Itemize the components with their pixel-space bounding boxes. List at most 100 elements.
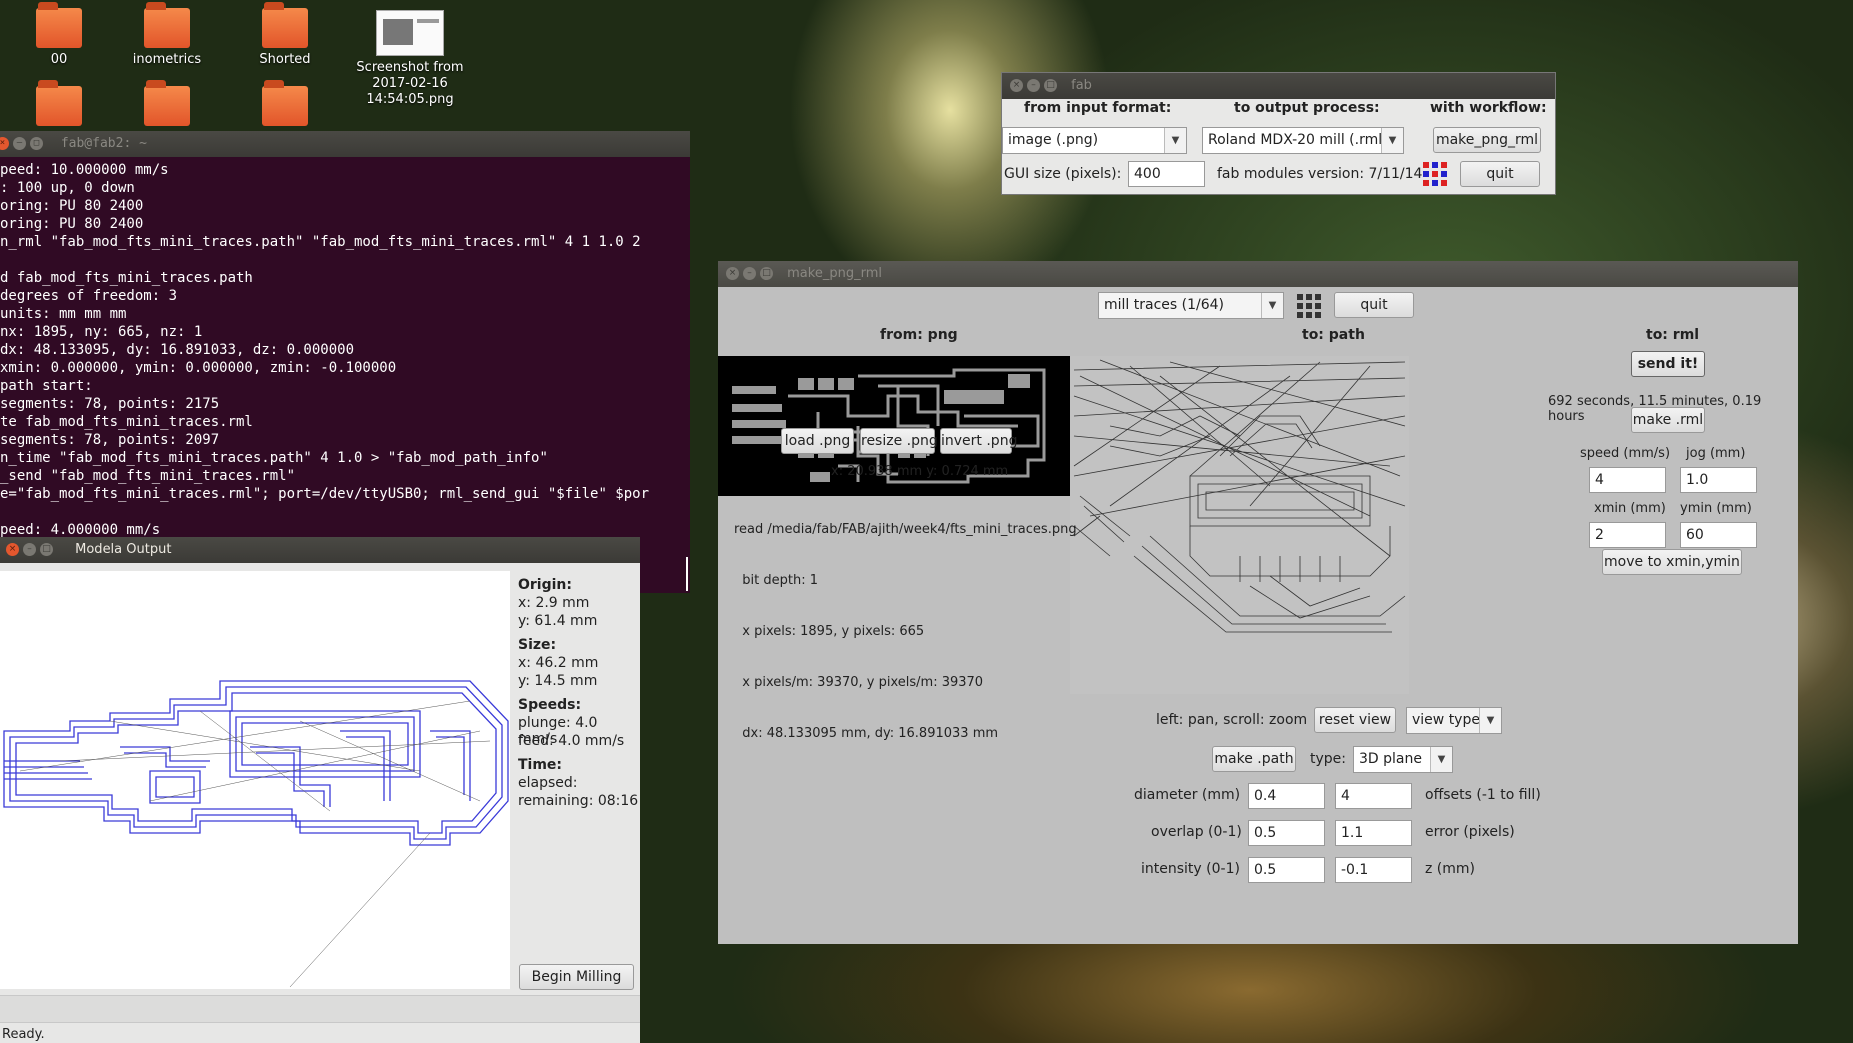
gui-size-label: GUI size (pixels):	[1004, 166, 1122, 182]
minimize-icon[interactable]: –	[743, 267, 756, 280]
terminal-line: degrees of freedom: 3	[0, 288, 178, 304]
progress-bar	[0, 995, 640, 1023]
jog-input[interactable]: 1.0	[1680, 467, 1757, 493]
minimize-icon[interactable]: –	[23, 543, 36, 556]
make-rml-button[interactable]: make .rml	[1631, 407, 1705, 433]
gui-size-input[interactable]: 400	[1128, 161, 1205, 187]
speed-input[interactable]: 4	[1589, 467, 1666, 493]
feed-speed: feed: 4.0 mm/s	[518, 733, 625, 749]
z-input[interactable]: -0.1	[1335, 857, 1412, 883]
input-format-select[interactable]: image (.png) ▼	[1002, 127, 1187, 154]
version-label: fab modules version: 7/11/14	[1217, 166, 1423, 182]
terminal-output[interactable]: peed: 10.000000 mm/s: 100 up, 0 down orin…	[0, 161, 690, 539]
terminal-line: n_rml "fab_mod_fts_mini_traces.path" "fa…	[0, 234, 641, 250]
terminal-line: d fab_mod_fts_mini_traces.path	[0, 270, 253, 286]
make-path-button[interactable]: make .path	[1212, 746, 1296, 772]
maximize-icon[interactable]: □	[760, 267, 773, 280]
pan-zoom-hint: left: pan, scroll: zoom	[1156, 712, 1308, 728]
desktop-icon-label: Screenshot from 2017-02-16 14:54:05.png	[356, 60, 464, 107]
desktop-folder-shorted[interactable]: Shorted	[230, 2, 340, 67]
desktop-icon-label: Shorted	[259, 52, 311, 67]
close-icon[interactable]: ×	[1010, 79, 1023, 92]
mill-mode-select[interactable]: mill traces (1/64) ▼	[1098, 292, 1284, 319]
desktop-folder-00[interactable]: 00	[4, 2, 114, 67]
desktop-folder-row2b[interactable]	[112, 80, 222, 130]
maximize-icon[interactable]: □	[1044, 79, 1057, 92]
minimize-icon[interactable]: –	[13, 137, 26, 150]
xmin-input[interactable]: 2	[1589, 522, 1666, 548]
invert-png-button[interactable]: invert .png	[940, 428, 1017, 454]
desktop-folder-inometrics[interactable]: inometrics	[112, 2, 222, 67]
terminal-line: peed: 10.000000 mm/s	[0, 162, 169, 178]
terminal-line: dx: 48.133095, dy: 16.891033, dz: 0.0000…	[0, 342, 355, 358]
fab-logo-icon	[1422, 161, 1448, 187]
chevron-down-icon: ▼	[1479, 708, 1501, 733]
toolpath-canvas[interactable]	[0, 571, 510, 989]
path-type-select[interactable]: 3D plane ▼	[1353, 746, 1453, 773]
chevron-down-icon: ▼	[1381, 128, 1403, 153]
terminal-line: xmin: 0.000000, ymin: 0.000000, zmin: -0…	[0, 360, 397, 376]
folder-icon	[144, 2, 190, 48]
fab-titlebar[interactable]: × – □ fab	[1002, 73, 1555, 99]
folder-icon	[36, 80, 82, 126]
ymin-input[interactable]: 60	[1680, 522, 1757, 548]
error-input[interactable]: 1.1	[1335, 820, 1412, 846]
minimize-icon[interactable]: –	[1027, 79, 1040, 92]
desktop-file-screenshot[interactable]: Screenshot from 2017-02-16 14:54:05.png	[340, 10, 480, 108]
time-label: Time:	[518, 757, 563, 773]
modela-output-window[interactable]: × – □ Modela Output Origin: x: 2.9 mm y: 6…	[0, 537, 640, 1043]
maximize-icon[interactable]: □	[40, 543, 53, 556]
send-it-button[interactable]: send it!	[1631, 351, 1705, 377]
terminal-line: _send "fab_mod_fts_mini_traces.rml"	[0, 468, 296, 484]
output-process-header: to output process:	[1234, 100, 1380, 116]
terminal-line: e="fab_mod_fts_mini_traces.rml"; port=/d…	[0, 486, 650, 502]
close-icon[interactable]: ×	[6, 543, 19, 556]
file-info-line: x pixels/m: 39370, y pixels/m: 39370	[734, 675, 984, 690]
close-icon[interactable]: ×	[0, 137, 9, 150]
to-path-label: to: path	[1302, 327, 1365, 343]
load-png-button[interactable]: load .png	[781, 428, 854, 454]
view-type-select[interactable]: view type ▼	[1406, 707, 1502, 734]
window-title: fab	[1071, 78, 1092, 93]
modela-titlebar[interactable]: × – □ Modela Output	[0, 537, 640, 563]
terminal-titlebar[interactable]: × – □ fab@fab2: ~	[0, 131, 690, 157]
size-x: x: 46.2 mm	[518, 655, 599, 671]
path-type-value: 3D plane	[1359, 751, 1422, 767]
resize-png-button[interactable]: resize .png	[860, 428, 938, 454]
desktop-folder-row2a[interactable]	[4, 80, 114, 130]
desktop-folder-row2c[interactable]	[230, 80, 340, 130]
begin-milling-button[interactable]: Begin Milling	[519, 964, 634, 990]
make-png-rml-quit-button[interactable]: quit	[1334, 292, 1414, 318]
output-process-select[interactable]: Roland MDX-20 mill (.rml) ▼	[1202, 127, 1404, 154]
maximize-icon[interactable]: □	[30, 137, 43, 150]
terminal-line: segments: 78, points: 2097	[0, 432, 220, 448]
fab-window[interactable]: × – □ fab from input format: to output pro…	[1001, 72, 1556, 195]
terminal-line: units: mm mm mm	[0, 306, 127, 322]
file-info-line: dx: 48.133095 mm, dy: 16.891033 mm	[734, 726, 999, 741]
terminal-line: oring: PU 80 2400	[0, 198, 144, 214]
offsets-input[interactable]: 4	[1335, 783, 1412, 809]
cursor-position-readout: x: 20.938 mm y: 0.724 mm	[831, 464, 1009, 479]
desktop-icon-label: 00	[50, 52, 68, 67]
chevron-down-icon: ▼	[1261, 293, 1283, 318]
overlap-input[interactable]: 0.5	[1248, 820, 1325, 846]
intensity-input[interactable]: 0.5	[1248, 857, 1325, 883]
move-to-xmin-ymin-button[interactable]: move to xmin,ymin	[1602, 549, 1742, 575]
reset-view-button[interactable]: reset view	[1314, 707, 1396, 733]
terminal-cursor	[686, 557, 688, 591]
folder-icon	[262, 2, 308, 48]
close-icon[interactable]: ×	[726, 267, 739, 280]
terminal-window[interactable]: × – □ fab@fab2: ~ peed: 10.000000 mm/s: 10…	[0, 131, 690, 593]
from-png-label: from: png	[880, 327, 958, 343]
fab-quit-button[interactable]: quit	[1460, 161, 1540, 187]
workflow-button[interactable]: make_png_rml	[1433, 127, 1541, 153]
ymin-label: ymin (mm)	[1680, 501, 1752, 516]
grid-dots-icon[interactable]	[1297, 294, 1321, 318]
diameter-input[interactable]: 0.4	[1248, 783, 1325, 809]
window-title: fab@fab2: ~	[60, 136, 147, 151]
toolpath-preview[interactable]	[1070, 356, 1409, 694]
make-png-rml-titlebar[interactable]: × – □ make_png_rml	[718, 261, 1798, 287]
make-png-rml-window[interactable]: × – □ make_png_rml mill traces (1/64) ▼ qu…	[718, 261, 1798, 944]
